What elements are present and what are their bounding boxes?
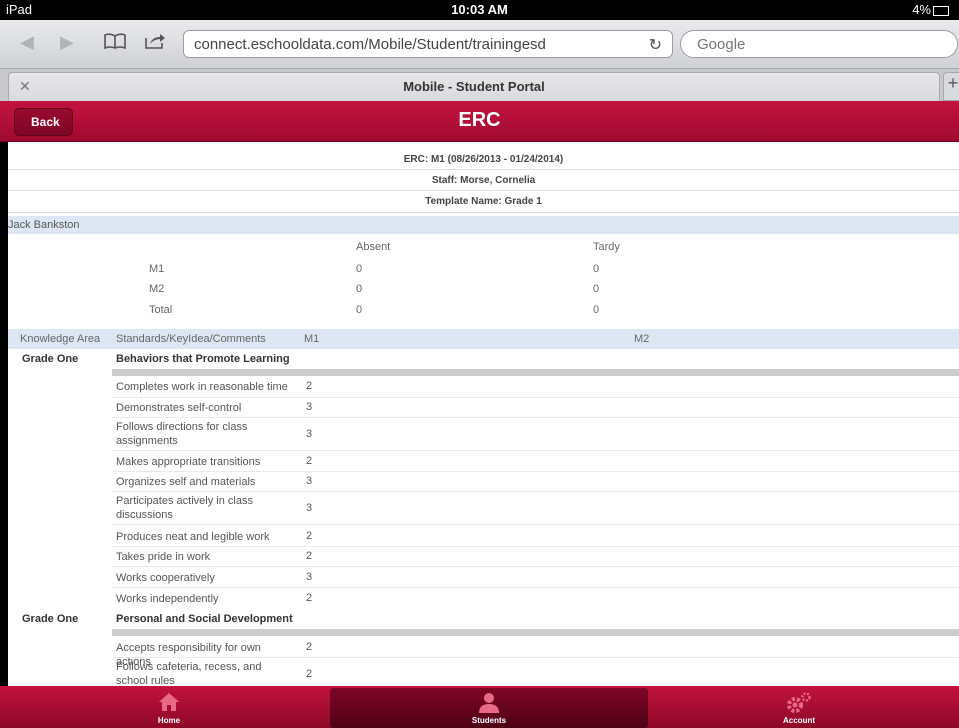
col-m1: M1 [304,333,320,345]
col-knowledge-area: Knowledge Area [20,333,101,345]
back-arrow-icon[interactable]: ◀ [20,32,34,53]
score-m1: 2 [306,550,313,562]
attendance-absent-value: 0 [356,283,363,295]
standard-label: Follows directions for class assignments [116,421,248,447]
col-standards: Standards/KeyIdea/Comments [116,333,266,345]
standard-label: Follows cafeteria, recess, and school ru… [116,661,262,686]
row-divider [112,450,959,451]
nav-account-label: Account [783,716,815,725]
student-name: Jack Bankston [8,219,80,231]
standard-label: Participates actively in class discussio… [116,495,253,521]
score-m1: 3 [306,475,313,487]
home-icon [10,692,328,718]
browser-toolbar: ◀ ▶ connect.eschooldata.com/Mobile/Stude… [0,20,959,69]
nav-account[interactable]: Account [640,686,958,728]
attendance-header-tardy: Tardy [593,241,620,253]
score-m1: 2 [306,668,313,680]
nav-students-label: Students [471,716,507,725]
attendance-tardy-value: 0 [593,263,600,275]
section-divider [112,629,959,636]
divider [8,212,959,213]
score-m1: 3 [306,502,313,514]
attendance-tardy-value: 0 [593,283,600,295]
tab-bar: ✕ Mobile - Student Portal + [0,69,959,101]
report-content[interactable]: ERC: M1 (08/26/2013 - 01/24/2014) Staff:… [8,142,959,686]
battery-icon [933,5,949,16]
app-header: Back ERC [0,101,959,142]
report-staff: Staff: Morse, Cornelia [431,175,536,186]
row-divider [112,657,959,658]
standard-label: Takes pride in work [116,551,211,563]
divider [8,190,959,191]
new-tab-icon[interactable]: + [943,72,959,101]
status-bar: iPad 10:03 AM 4% [0,0,959,20]
row-divider [112,491,959,492]
attendance-row-label: Total [149,304,173,316]
score-m1: 2 [306,592,313,604]
tab-title: Mobile - Student Portal [403,79,545,94]
nav-students[interactable]: Students [330,686,648,728]
attendance-header-absent: Absent [356,241,391,253]
url-text: connect.eschooldata.com/Mobile/Student/t… [194,36,546,53]
battery-percent: 4% [912,2,931,17]
standard-label: Produces neat and legible work [116,531,270,543]
row-divider [112,471,959,472]
clock: 10:03 AM [451,2,508,17]
page-title: ERC [458,109,501,131]
search-box[interactable] [680,30,958,58]
row-divider [112,587,959,588]
reload-icon[interactable]: ↻ [649,35,662,55]
grade-label: Grade One [22,353,79,365]
row-divider [112,417,959,418]
standard-label: Completes work in reasonable time [116,381,288,393]
row-divider [112,397,959,398]
tab-active[interactable]: ✕ Mobile - Student Portal [8,72,940,101]
forward-arrow-icon[interactable]: ▶ [60,32,74,53]
grades-header-bar: Knowledge Area Standards/KeyIdea/Comment… [8,329,959,349]
standard-label: Makes appropriate transitions [116,456,261,468]
grade-label: Grade One [22,613,79,625]
category-title: Personal and Social Development [116,613,293,625]
student-name-bar: Jack Bankston [8,216,959,234]
row-divider [112,546,959,547]
divider [8,169,959,170]
attendance-row-label: M2 [149,283,165,295]
score-m1: 3 [306,428,313,440]
score-m1: 2 [306,455,313,467]
nav-home-label: Home [157,716,181,725]
attendance-tardy-value: 0 [593,304,600,316]
col-m2: M2 [634,333,650,345]
report-template: Template Name: Grade 1 [425,196,542,207]
bottom-nav: Home Students Account [0,686,959,728]
report-period: ERC: M1 (08/26/2013 - 01/24/2014) [403,154,564,165]
score-m1: 2 [306,530,313,542]
section-divider [112,369,959,376]
nav-home[interactable]: Home [10,686,328,728]
score-m1: 3 [306,571,313,583]
search-input[interactable] [695,35,939,54]
share-icon[interactable] [144,32,166,55]
bookmarks-icon[interactable] [104,32,126,55]
battery-indicator: 4% [912,2,949,17]
attendance-absent-value: 0 [356,304,363,316]
category-title: Behaviors that Promote Learning [116,353,290,365]
score-m1: 3 [306,401,313,413]
standard-label: Works cooperatively [116,572,215,584]
address-bar[interactable]: connect.eschooldata.com/Mobile/Student/t… [183,30,673,58]
standard-label: Demonstrates self-control [116,402,242,414]
attendance-row-label: M1 [149,263,165,275]
standard-label: Organizes self and materials [116,476,256,488]
score-m1: 2 [306,641,313,653]
row-divider [112,566,959,567]
row-divider [112,524,959,525]
attendance-absent-value: 0 [356,263,363,275]
score-m1: 2 [306,380,313,392]
standard-label: Works independently [116,593,219,605]
